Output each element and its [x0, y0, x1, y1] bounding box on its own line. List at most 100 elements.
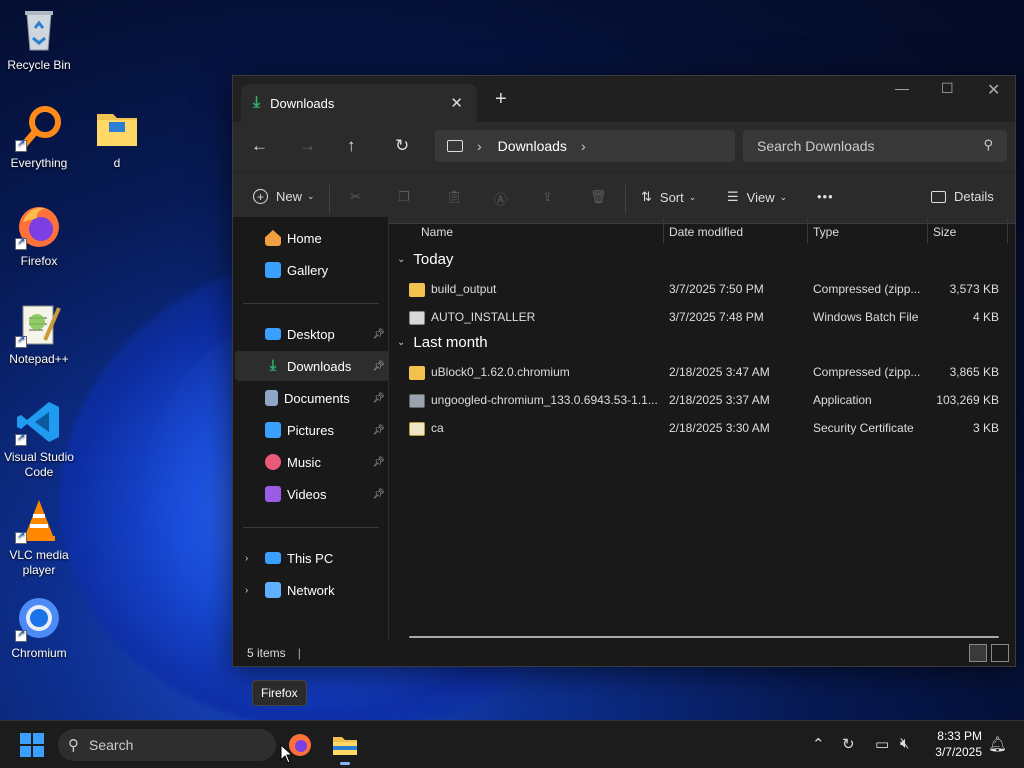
new-tab-button[interactable]: +: [495, 88, 507, 111]
taskbar-search-input[interactable]: Search: [89, 737, 133, 753]
minimize-button[interactable]: —: [895, 80, 909, 96]
vlc-icon: [15, 496, 63, 544]
delete-icon[interactable]: 🗑︎: [590, 189, 607, 205]
taskbar-search[interactable]: ⚲ Search: [58, 729, 276, 761]
nav-network[interactable]: › Network: [235, 575, 389, 605]
pin-icon[interactable]: 📌︎: [372, 329, 385, 340]
shortcut-arrow-icon: [15, 138, 27, 152]
nav-label: Gallery: [287, 262, 329, 278]
nav-documents[interactable]: Documents 📌︎: [235, 383, 389, 413]
group-header-today[interactable]: ⌄ Today: [397, 251, 453, 268]
maximize-button[interactable]: ☐: [941, 80, 954, 97]
network-status-icon[interactable]: ▭: [875, 735, 889, 753]
file-name: uBlock0_1.62.0.chromium: [431, 365, 570, 379]
notification-bell-icon[interactable]: 🔔︎: [988, 735, 1007, 753]
view-list-icon: ☰: [727, 189, 739, 204]
nav-videos[interactable]: Videos 📌︎: [235, 479, 389, 509]
desktop-icon-firefox[interactable]: Firefox: [0, 202, 78, 269]
close-tab-icon[interactable]: ✕: [450, 94, 463, 112]
details-pane-button[interactable]: Details: [931, 189, 994, 204]
chevron-right-icon[interactable]: ›: [581, 138, 586, 154]
view-button[interactable]: ☰ View ⌄: [727, 189, 787, 205]
up-button[interactable]: ↑: [347, 136, 356, 156]
chevron-up-icon[interactable]: ⌃: [812, 735, 825, 753]
new-label: New: [276, 189, 303, 204]
details-view-button[interactable]: [969, 644, 987, 662]
pin-icon[interactable]: 📌︎: [372, 489, 385, 500]
chevron-down-icon: ⌄: [688, 191, 697, 202]
status-bar: 5 items |: [233, 640, 1015, 666]
share-icon[interactable]: ⇪: [542, 189, 553, 205]
nav-label: Music: [287, 454, 321, 470]
file-row[interactable]: ca 2/18/2025 3:30 AM Security Certificat…: [389, 414, 1015, 442]
desktop-icon-recycle-bin[interactable]: Recycle Bin: [0, 6, 78, 73]
desktop-icon-chromium[interactable]: Chromium: [0, 594, 78, 661]
file-row[interactable]: uBlock0_1.62.0.chromium 2/18/2025 3:47 A…: [389, 358, 1015, 386]
windows-logo-icon: [20, 733, 31, 744]
column-divider[interactable]: [807, 217, 808, 243]
group-header-last-month[interactable]: ⌄ Last month: [397, 334, 488, 351]
nav-label: Desktop: [287, 326, 335, 342]
nav-this-pc[interactable]: › This PC: [235, 543, 389, 573]
file-row[interactable]: AUTO_INSTALLER 3/7/2025 7:48 PM Windows …: [389, 303, 1015, 331]
pin-icon[interactable]: 📌︎: [372, 361, 385, 372]
cut-icon[interactable]: ✂: [350, 189, 361, 205]
column-size[interactable]: Size: [933, 225, 956, 239]
desktop-icon-vscode[interactable]: Visual Studio Code: [0, 398, 78, 480]
address-bar[interactable]: › Downloads ›: [435, 130, 735, 162]
paste-icon[interactable]: 📋︎: [446, 189, 463, 205]
file-row[interactable]: ungoogled-chromium_133.0.6943.53-1.1... …: [389, 386, 1015, 414]
column-date-modified[interactable]: Date modified: [669, 225, 743, 239]
new-button[interactable]: + New ⌄: [253, 189, 315, 204]
close-window-button[interactable]: ✕: [987, 80, 1000, 100]
back-button[interactable]: ←: [251, 136, 268, 156]
desktop-icon-notepadpp[interactable]: Notepad++: [0, 300, 78, 367]
search-input[interactable]: Search Downloads: [757, 138, 875, 154]
nav-home[interactable]: Home: [235, 223, 389, 253]
download-icon: ⤓: [253, 94, 261, 111]
column-type[interactable]: Type: [813, 225, 839, 239]
tab-downloads[interactable]: ⤓ Downloads ✕: [241, 84, 477, 122]
chevron-right-icon[interactable]: ›: [245, 553, 248, 564]
update-icon[interactable]: ↻: [842, 735, 855, 753]
file-type: Compressed (zipp...: [813, 282, 921, 296]
tiles-view-button[interactable]: [991, 644, 1009, 662]
pin-icon[interactable]: 📌︎: [372, 457, 385, 468]
nav-gallery[interactable]: Gallery: [235, 255, 389, 285]
file-explorer-icon: [333, 737, 357, 755]
horizontal-scrollbar[interactable]: [409, 636, 999, 638]
column-divider[interactable]: [927, 217, 928, 243]
system-clock[interactable]: 8:33 PM 3/7/2025: [935, 728, 982, 760]
nav-desktop[interactable]: Desktop 📌︎: [235, 319, 389, 349]
file-date: 3/7/2025 7:48 PM: [669, 310, 764, 324]
nav-pictures[interactable]: Pictures 📌︎: [235, 415, 389, 445]
start-button[interactable]: [20, 733, 44, 757]
desktop-icon-folder-d[interactable]: d: [78, 104, 156, 171]
sort-button[interactable]: ⇅ Sort ⌄: [641, 189, 696, 205]
search-box[interactable]: Search Downloads ⚲: [743, 130, 1007, 162]
taskbar-file-explorer[interactable]: [329, 729, 361, 765]
chevron-down-icon: ⌄: [307, 191, 315, 201]
column-divider[interactable]: [663, 217, 664, 243]
nav-downloads[interactable]: ⤓ Downloads 📌︎: [235, 351, 389, 381]
copy-icon[interactable]: ❐: [398, 189, 410, 205]
file-row[interactable]: build_output 3/7/2025 7:50 PM Compressed…: [389, 275, 1015, 303]
rename-icon[interactable]: Ⓐ: [494, 189, 507, 208]
pin-icon[interactable]: 📌︎: [372, 425, 385, 436]
status-divider: |: [297, 646, 301, 660]
more-options-button[interactable]: •••: [817, 189, 834, 204]
forward-button[interactable]: →: [299, 136, 316, 156]
refresh-button[interactable]: ↻: [395, 136, 409, 156]
chevron-right-icon[interactable]: ›: [245, 585, 248, 596]
nav-music[interactable]: Music 📌︎: [235, 447, 389, 477]
desktop-icon-everything[interactable]: Everything: [0, 104, 78, 171]
view-label: View: [746, 189, 775, 205]
music-icon: [265, 454, 281, 470]
volume-muted-icon[interactable]: 🔇︎: [900, 735, 909, 752]
title-bar: ⤓ Downloads ✕ + — ☐ ✕: [233, 76, 1015, 122]
column-name[interactable]: Name: [421, 225, 453, 239]
column-divider[interactable]: [1007, 217, 1008, 243]
pin-icon[interactable]: 📌︎: [372, 393, 385, 404]
breadcrumb-downloads[interactable]: Downloads: [498, 138, 567, 154]
desktop-icon-vlc[interactable]: VLC media player: [0, 496, 78, 578]
